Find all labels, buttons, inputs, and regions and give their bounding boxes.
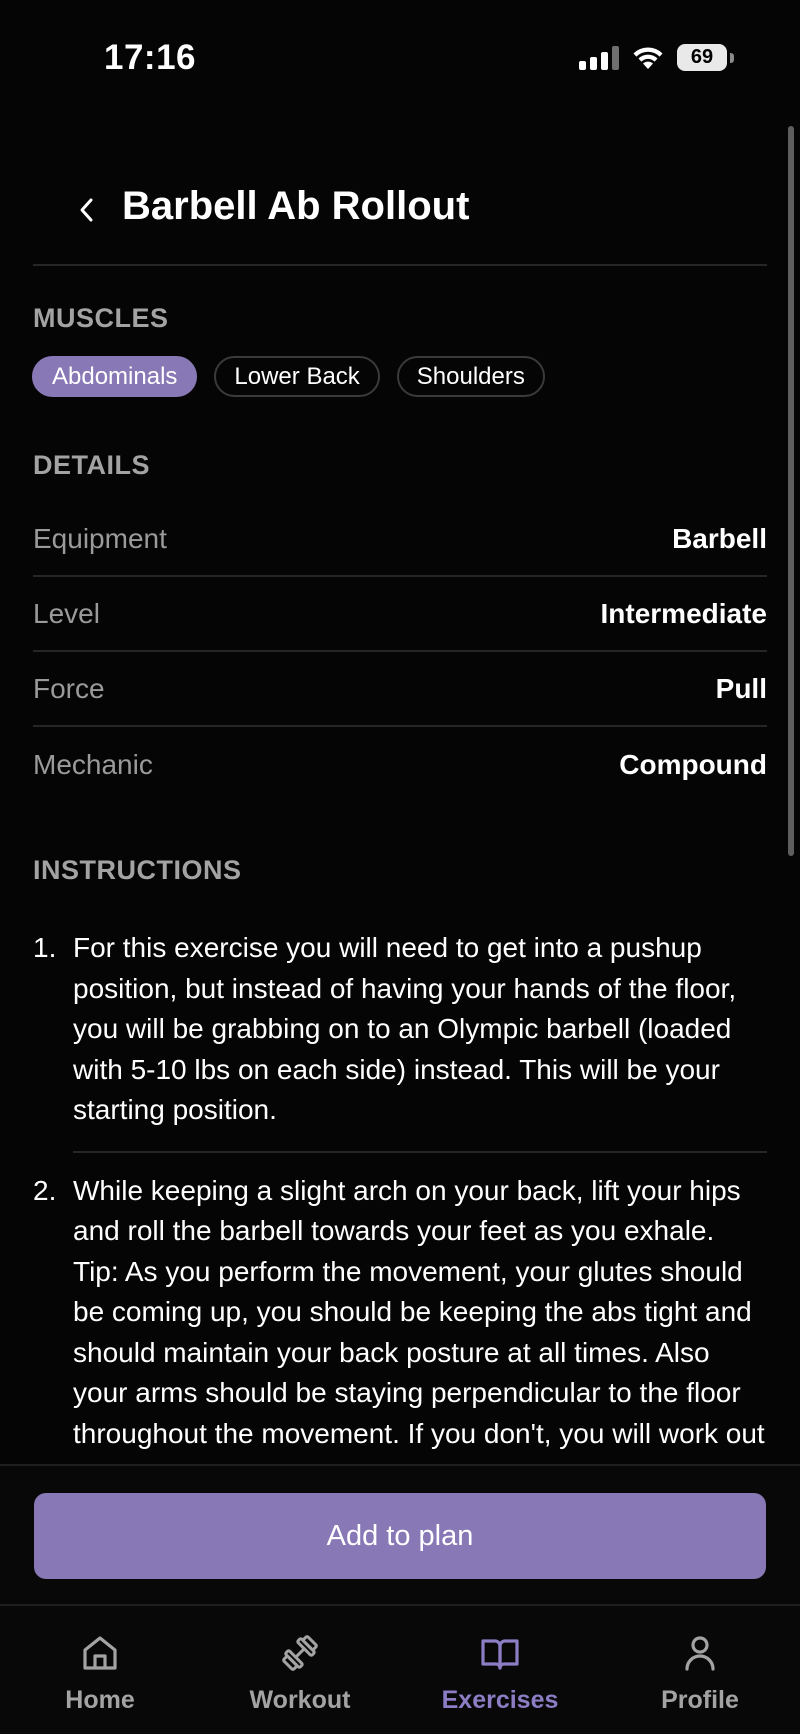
instruction-step: 2. While keeping a slight arch on your b… [33, 1171, 767, 1465]
muscle-chip-lower-back[interactable]: Lower Back [214, 356, 380, 397]
muscle-chip-shoulders[interactable]: Shoulders [396, 356, 545, 397]
detail-row-level: Level Intermediate [33, 577, 767, 652]
instructions-list: 1. For this exercise you will need to ge… [33, 928, 767, 1464]
detail-key: Mechanic [33, 748, 153, 780]
scrollbar[interactable] [788, 126, 794, 856]
wifi-icon [633, 46, 663, 69]
battery-level: 69 [677, 44, 727, 71]
detail-row-equipment: Equipment Barbell [33, 502, 767, 577]
detail-key: Force [33, 672, 105, 704]
back-button[interactable] [67, 190, 107, 230]
detail-row-force: Force Pull [33, 652, 767, 727]
cellular-signal-icon [579, 45, 619, 70]
detail-value: Compound [619, 748, 767, 780]
instruction-step: 1. For this exercise you will need to ge… [33, 928, 767, 1131]
muscle-chips: Abdominals Lower Back Shoulders [32, 356, 545, 397]
home-icon [83, 1636, 117, 1670]
detail-key: Level [33, 597, 100, 629]
muscles-section-label: MUSCLES [33, 303, 169, 333]
instructions-section-label: INSTRUCTIONS [33, 855, 242, 885]
step-number: 1. [33, 932, 57, 963]
detail-key: Equipment [33, 522, 167, 554]
page-title: Barbell Ab Rollout [122, 184, 470, 228]
tab-label: Profile [661, 1686, 739, 1714]
detail-row-mechanic: Mechanic Compound [33, 727, 767, 802]
page-header: Barbell Ab Rollout [33, 180, 767, 266]
tab-label: Exercises [441, 1686, 559, 1714]
dumbbell-icon [282, 1635, 318, 1671]
tab-label: Workout [249, 1686, 351, 1714]
details-section-label: DETAILS [33, 450, 150, 480]
tab-exercises[interactable]: Exercises [410, 1632, 590, 1715]
status-icons: 69 [579, 44, 734, 71]
tab-bar: Home Workout Exercises Profile [0, 1604, 800, 1734]
battery-icon: 69 [677, 44, 734, 71]
status-bar: 17:16 69 [0, 0, 800, 118]
tab-label: Home [65, 1686, 135, 1714]
detail-value: Pull [715, 672, 767, 704]
step-divider [73, 1150, 767, 1153]
book-icon [481, 1639, 519, 1670]
detail-value: Intermediate [600, 597, 768, 629]
chevron-left-icon [80, 198, 93, 222]
tab-profile[interactable]: Profile [610, 1632, 790, 1715]
step-text: For this exercise you will need to get i… [73, 932, 737, 1125]
step-text: While keeping a slight arch on your back… [73, 1174, 765, 1465]
tab-workout[interactable]: Workout [210, 1632, 390, 1715]
tab-home[interactable]: Home [10, 1632, 190, 1715]
muscle-chip-abdominals[interactable]: Abdominals [32, 356, 198, 397]
person-icon [685, 1636, 715, 1671]
detail-value: Barbell [672, 522, 767, 554]
status-time: 17:16 [104, 38, 197, 77]
details-table: Equipment Barbell Level Intermediate For… [33, 502, 767, 802]
add-to-plan-button[interactable]: Add to plan [34, 1493, 766, 1579]
action-bar: Add to plan [0, 1464, 800, 1604]
step-number: 2. [33, 1174, 57, 1206]
